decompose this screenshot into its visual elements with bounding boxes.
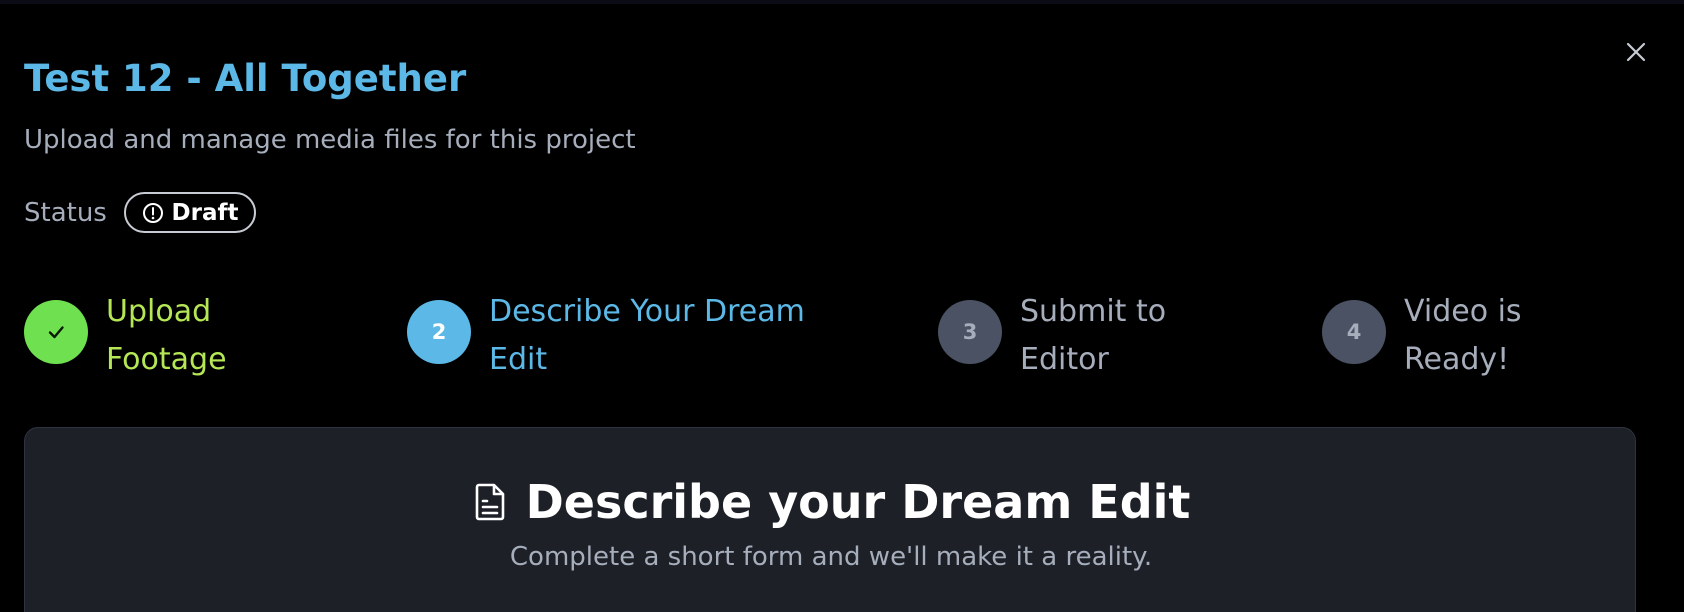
card-heading: Describe your Dream Edit <box>25 472 1637 532</box>
status-badge: Draft <box>124 192 256 233</box>
step-3-label: Submit to Editor <box>1020 294 1167 377</box>
card-title: Describe your Dream Edit <box>525 475 1191 529</box>
step-2-circle: 2 <box>407 300 471 364</box>
top-edge-divider <box>0 0 1684 4</box>
close-icon <box>1626 42 1646 62</box>
step-3-circle: 3 <box>938 300 1002 364</box>
step-video-ready: 4 Video is Ready! <box>1322 288 1522 384</box>
project-title: Test 12 - All Together <box>24 57 467 100</box>
step-submit-editor: 3 Submit to Editor <box>938 288 1166 384</box>
status-badge-text: Draft <box>171 199 239 226</box>
step-describe-edit: 2 Describe Your Dream Edit <box>407 288 805 384</box>
card-subtitle: Complete a short form and we'll make it … <box>509 542 1153 572</box>
step-4-label: Video is Ready! <box>1404 294 1522 377</box>
step-4-number: 4 <box>1346 320 1362 344</box>
step-4-circle: 4 <box>1322 300 1386 364</box>
project-modal: Test 12 - All Together Upload and manage… <box>0 0 1684 612</box>
project-subtitle: Upload and manage media files for this p… <box>24 125 636 155</box>
status-label: Status <box>24 198 107 228</box>
step-upload-footage: Upload Footage <box>24 288 227 384</box>
step-2-label: Describe Your Dream Edit <box>489 294 805 377</box>
check-icon <box>48 326 64 339</box>
step-2-number: 2 <box>431 320 447 344</box>
step-3-number: 3 <box>962 320 978 344</box>
document-icon <box>475 483 504 521</box>
describe-edit-card: Describe your Dream Edit Complete a shor… <box>24 427 1636 612</box>
step-1-label: Upload Footage <box>106 294 227 377</box>
step-1-circle <box>24 300 88 364</box>
close-button[interactable] <box>1620 36 1652 68</box>
alert-circle-icon <box>142 202 163 223</box>
